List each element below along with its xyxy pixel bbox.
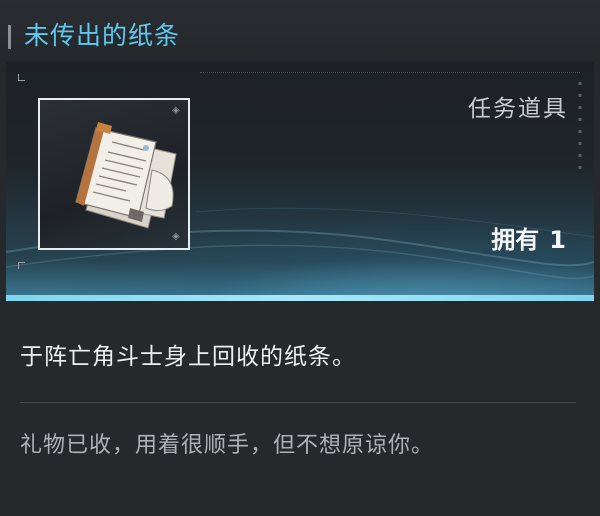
corner-tick-icon [18, 74, 25, 81]
item-icon-frame[interactable]: ◈ ◈ [38, 98, 190, 250]
frame-decoration [44, 134, 58, 224]
folded-papers-icon [75, 122, 177, 229]
item-name: 未传出的纸条 [24, 21, 181, 50]
owned-value: 1 [549, 226, 566, 254]
owned-label: 拥有 [491, 226, 540, 254]
item-detail-panel: 未传出的纸条 ▪ ▪ ▪ ▪ ▪ ▪ ▪ ▪ ◈ ◈ 任务道具 拥有 1 于阵亡… [0, 0, 600, 516]
side-dots-decoration: ▪ ▪ ▪ ▪ ▪ ▪ ▪ ▪ [578, 80, 583, 171]
item-type-label: 任务道具 [468, 96, 568, 122]
item-flavor-text: 礼物已收，用着很顺手，但不想原谅你。 [20, 433, 435, 458]
owned-count: 拥有 1 [491, 224, 566, 256]
banner-top-dots [200, 72, 580, 79]
corner-tick-icon [18, 262, 25, 269]
item-description: 于阵亡角斗士身上回收的纸条。 [20, 344, 356, 370]
title-accent-bar [8, 25, 11, 49]
divider [20, 402, 576, 403]
banner-accent-line [6, 295, 594, 301]
